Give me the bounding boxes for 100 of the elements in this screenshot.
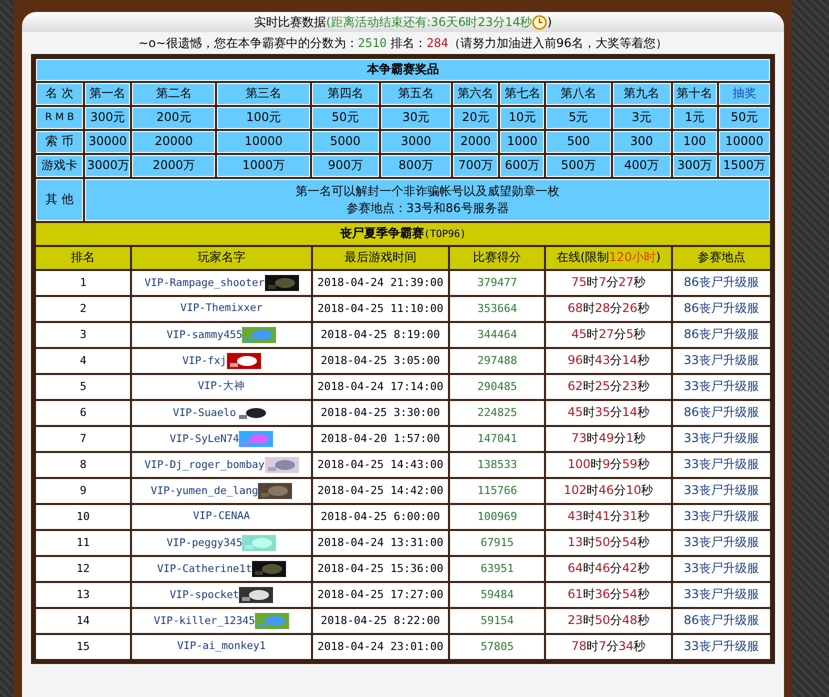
table-cell: 86丧尸升级服 xyxy=(672,271,770,295)
online-time: 43时41分31秒 xyxy=(568,509,650,524)
row-header: 其 他 xyxy=(36,179,84,221)
table-cell: 300万 xyxy=(672,155,717,177)
player-name[interactable]: VIP-fxj xyxy=(182,354,227,369)
table-cell: 10000 xyxy=(217,131,310,153)
table-cell: 500 xyxy=(546,131,610,153)
table-cell: 33丧尸升级服 xyxy=(672,349,770,373)
table-cell: 2018-04-25 14:42:00 xyxy=(312,479,448,503)
table-cell: 13 xyxy=(36,583,130,607)
table-cell: 3元 xyxy=(612,107,671,129)
table-cell: 147041 xyxy=(450,427,544,451)
online-time: 13时50分54秒 xyxy=(568,535,650,550)
table-cell: 14 xyxy=(36,609,130,633)
table-cell: 3000万 xyxy=(85,155,130,177)
table-cell: 33丧尸升级服 xyxy=(672,505,770,529)
table-cell: 10元 xyxy=(500,107,544,129)
table-cell: 1500万 xyxy=(718,155,770,177)
table-header: 第五名 xyxy=(380,83,452,105)
online-time: 100时9分59秒 xyxy=(568,457,650,472)
table-cell: 2018-04-25 3:05:00 xyxy=(312,349,448,373)
table-cell: 33丧尸升级服 xyxy=(672,453,770,477)
table-cell: 2018-04-25 8:19:00 xyxy=(312,323,448,347)
table-cell: 57805 xyxy=(450,635,544,659)
row-header: 索 币 xyxy=(36,131,84,153)
online-time: 64时46分42秒 xyxy=(568,561,650,576)
table-header: 名 次 xyxy=(36,83,84,105)
table-cell: 86丧尸升级服 xyxy=(672,297,770,321)
table-cell: 5 xyxy=(36,375,130,399)
table-cell: 86丧尸升级服 xyxy=(672,609,770,633)
online-time: 78时7分34秒 xyxy=(571,639,646,654)
table-cell: 2018-04-24 21:39:00 xyxy=(312,271,448,295)
table-cell: 86丧尸升级服 xyxy=(672,323,770,347)
table-cell: 297488 xyxy=(450,349,544,373)
online-time: 45时35分14秒 xyxy=(568,405,650,420)
online-time: 75时7分27秒 xyxy=(571,275,646,290)
table-cell: 5000 xyxy=(312,131,379,153)
online-time: 68时28分26秒 xyxy=(568,301,650,316)
table-cell: 138533 xyxy=(450,453,544,477)
table-header: 参赛地点 xyxy=(672,247,770,269)
table-cell: 50元 xyxy=(312,107,379,129)
table-cell: 30元 xyxy=(380,107,452,129)
table-cell: 2018-04-25 8:22:00 xyxy=(312,609,448,633)
table-cell: 15 xyxy=(36,635,130,659)
ranking-title: 丧尸夏季争霸赛(TOP96) xyxy=(36,223,770,245)
table-cell: 12 xyxy=(36,557,130,581)
notice-hint: （请努力加油进入前96名，大奖等着您） xyxy=(448,34,668,52)
table-cell: 115766 xyxy=(450,479,544,503)
table-cell: 5元 xyxy=(546,107,610,129)
player-name[interactable]: VIP-大神 xyxy=(198,379,246,395)
table-cell: 3000 xyxy=(380,131,452,153)
table-header: 在线(限制120小时) xyxy=(546,247,671,269)
online-time: 102时46分10秒 xyxy=(564,483,654,498)
table-header: 最后游戏时间 xyxy=(312,247,448,269)
table-cell: 4 xyxy=(36,349,130,373)
table-cell: 8 xyxy=(36,453,130,477)
table-header: 第六名 xyxy=(453,83,498,105)
table-cell: 59484 xyxy=(450,583,544,607)
table-cell: 33丧尸升级服 xyxy=(672,375,770,399)
table-cell: 20元 xyxy=(453,107,498,129)
table-cell: 33丧尸升级服 xyxy=(672,635,770,659)
table-cell: 1 xyxy=(36,271,130,295)
prize-table-title: 本争霸赛奖品 xyxy=(36,59,770,81)
table-cell: 50元 xyxy=(718,107,770,129)
table-cell: 6 xyxy=(36,401,130,425)
table-header: 第九名 xyxy=(612,83,671,105)
table-cell: 9 xyxy=(36,479,130,503)
table-cell: 3 xyxy=(36,323,130,347)
table-cell: 第一名可以解封一个非诈骗帐号以及威望勋章一枚 参赛地点：33号和86号服务器 xyxy=(85,179,770,221)
table-header: 比赛得分 xyxy=(450,247,544,269)
table-cell: 2018-04-24 13:31:00 xyxy=(312,531,448,555)
table-cell: 2000万 xyxy=(132,155,216,177)
table-cell: 100元 xyxy=(217,107,310,129)
row-header: R M B xyxy=(36,107,84,129)
table-cell: 353664 xyxy=(450,297,544,321)
table-cell: 2000 xyxy=(453,131,498,153)
lottery-link[interactable]: 抽奖 xyxy=(732,86,756,100)
table-cell: 2018-04-25 15:36:00 xyxy=(312,557,448,581)
table-cell: 86丧尸升级服 xyxy=(672,401,770,425)
table-cell: 700万 xyxy=(453,155,498,177)
table-cell: 2018-04-25 17:27:00 xyxy=(312,583,448,607)
clock-icon xyxy=(532,14,548,30)
online-time: 61时36分54秒 xyxy=(568,587,650,602)
rank-value: 284 xyxy=(426,36,448,50)
table-cell: 224825 xyxy=(450,401,544,425)
table-cell: 344464 xyxy=(450,323,544,347)
table-cell: 67915 xyxy=(450,531,544,555)
rank-label: 排名： xyxy=(390,34,427,52)
score-value: 2510 xyxy=(358,36,387,50)
table-cell: 200元 xyxy=(132,107,216,129)
table-cell: 2018-04-20 1:57:00 xyxy=(312,427,448,451)
table-cell: 2018-04-24 23:01:00 xyxy=(312,635,448,659)
table-cell: 500万 xyxy=(546,155,610,177)
countdown-close: ) xyxy=(547,15,552,29)
table-header: 第一名 xyxy=(85,83,130,105)
table-cell: 2018-04-25 3:30:00 xyxy=(312,401,448,425)
table-cell: 100969 xyxy=(450,505,544,529)
table-cell: 2018-04-25 11:10:00 xyxy=(312,297,448,321)
table-header: 第七名 xyxy=(500,83,544,105)
table-cell: 2018-04-25 6:00:00 xyxy=(312,505,448,529)
